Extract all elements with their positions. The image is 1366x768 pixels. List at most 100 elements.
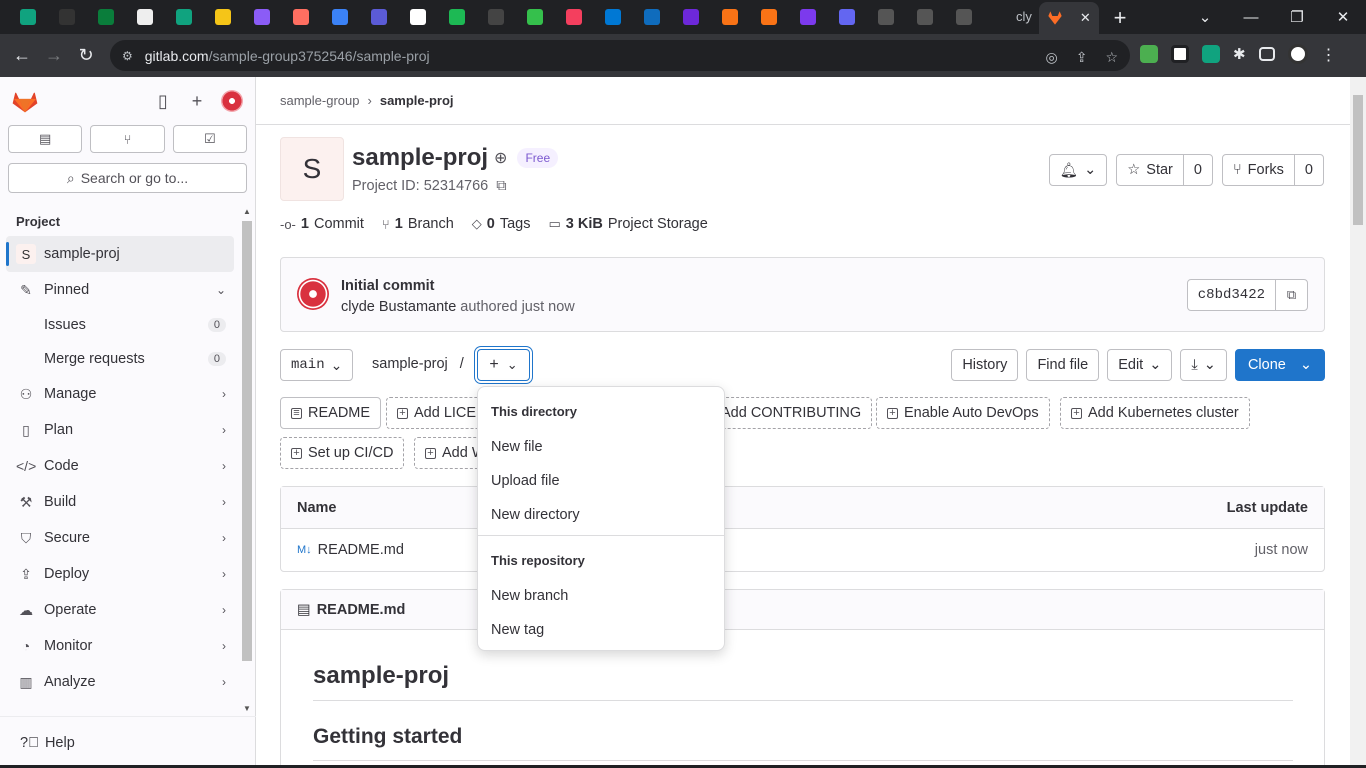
browser-tab[interactable] <box>8 0 47 34</box>
add-to-tree-dropdown-button[interactable]: + ⌄ <box>477 349 530 381</box>
readme-filename-link[interactable]: README.md <box>317 602 406 618</box>
star-button[interactable]: ☆ Star 0 <box>1116 154 1213 186</box>
copy-sha-icon[interactable]: ⧉ <box>1275 280 1307 310</box>
browser-tab[interactable] <box>320 0 359 34</box>
help-button[interactable]: ?⃝ Help <box>0 716 256 768</box>
site-info-icon[interactable]: ⚙ <box>122 49 133 63</box>
tab-title-partial[interactable]: cly <box>1016 9 1032 24</box>
browser-tab[interactable] <box>593 0 632 34</box>
breadcrumb-group-link[interactable]: sample-group <box>280 93 360 108</box>
sidebar-item-deploy[interactable]: ⇪ Deploy › <box>0 556 240 592</box>
clone-dropdown-button[interactable]: Clone ⌄ <box>1234 349 1325 381</box>
new-file-menu-item[interactable]: New file <box>491 439 543 455</box>
browser-tab[interactable] <box>749 0 788 34</box>
active-tab[interactable]: ✕ <box>1039 2 1099 34</box>
browser-tab[interactable] <box>905 0 944 34</box>
set-up-cicd-chip[interactable]: + Set up CI/CD <box>280 437 405 469</box>
url-bar[interactable]: ⚙ gitlab.com/sample-group3752546/sample-… <box>110 40 1130 71</box>
readme-chip[interactable]: ≡ README <box>280 397 382 429</box>
browser-tab[interactable] <box>437 0 476 34</box>
sidebar-item-monitor[interactable]: ◔ Monitor › <box>0 628 240 664</box>
merge-requests-shortcut-icon[interactable]: ⑂ <box>90 125 165 153</box>
browser-tab[interactable] <box>359 0 398 34</box>
add-kubernetes-chip[interactable]: + Add Kubernetes cluster <box>1060 397 1250 429</box>
browser-tab[interactable] <box>632 0 671 34</box>
page-scrollbar[interactable] <box>1350 77 1366 768</box>
back-icon[interactable]: ← <box>6 45 38 66</box>
extension-icon[interactable] <box>1140 45 1158 63</box>
new-directory-menu-item[interactable]: New directory <box>491 507 580 523</box>
breadcrumb-project-link[interactable]: sample-proj <box>380 93 454 108</box>
star-count[interactable]: 0 <box>1182 155 1212 185</box>
commits-stat-link[interactable]: -o- 1 Commit <box>280 216 364 232</box>
forks-count[interactable]: 0 <box>1293 155 1323 185</box>
browser-tab[interactable] <box>125 0 164 34</box>
copy-icon[interactable]: ⧉ <box>496 178 506 194</box>
sidebar-item-project[interactable]: S sample-proj <box>6 236 234 272</box>
enable-auto-devops-chip[interactable]: + Enable Auto DevOps <box>876 397 1050 429</box>
browser-tab[interactable] <box>47 0 86 34</box>
browser-tab[interactable] <box>515 0 554 34</box>
user-avatar[interactable] <box>221 90 243 112</box>
sidebar-item-manage[interactable]: ⚇ Manage › <box>0 376 240 412</box>
browser-tab[interactable] <box>788 0 827 34</box>
issues-shortcut-icon[interactable]: ▤ <box>8 125 83 153</box>
extension-icon[interactable] <box>1171 45 1189 63</box>
forward-icon[interactable]: → <box>38 45 70 66</box>
notifications-button[interactable]: 🔔︎ ⌄ <box>1048 154 1108 186</box>
search-or-go-to-button[interactable]: ⌕ Search or go to... <box>8 163 247 193</box>
sidebar-item-issues[interactable]: Issues 0 <box>0 308 240 342</box>
add-license-chip[interactable]: + Add LICE <box>386 397 488 429</box>
browser-tab[interactable] <box>86 0 125 34</box>
browser-tab[interactable] <box>164 0 203 34</box>
share-icon[interactable]: ⇪ <box>1076 49 1088 66</box>
scroll-down-icon[interactable]: ▼ <box>243 704 251 713</box>
sidebar-item-code[interactable]: </> Code › <box>0 448 240 484</box>
browser-tab[interactable] <box>866 0 905 34</box>
puzzle-icon[interactable]: ✱ <box>1233 45 1246 63</box>
branches-stat-link[interactable]: ⑂ 1 Branch <box>382 216 454 232</box>
minimize-icon[interactable]: — <box>1228 9 1274 26</box>
browser-tab[interactable] <box>203 0 242 34</box>
profile-avatar-icon[interactable] <box>1287 44 1308 64</box>
sidebar-item-secure[interactable]: ⛉ Secure › <box>0 520 240 556</box>
new-tab-icon[interactable]: + <box>1108 5 1132 31</box>
commit-author-avatar[interactable] <box>297 278 329 310</box>
extension-icon[interactable] <box>1202 45 1220 63</box>
commit-title-link[interactable]: Initial commit <box>341 278 434 294</box>
eye-off-icon[interactable]: ◎ <box>1045 49 1057 66</box>
scroll-up-icon[interactable]: ▲ <box>243 207 251 216</box>
branch-selector[interactable]: main ⌄ <box>280 349 354 381</box>
close-tab-icon[interactable]: ✕ <box>1080 10 1091 26</box>
reload-icon[interactable]: ↻ <box>70 45 102 66</box>
browser-tab[interactable] <box>476 0 515 34</box>
history-button[interactable]: History <box>951 349 1019 381</box>
browser-tab[interactable] <box>671 0 710 34</box>
scrollbar-thumb[interactable] <box>1353 95 1363 225</box>
create-new-icon[interactable]: + <box>187 91 207 111</box>
table-row[interactable]: M↓README.md it just now <box>281 529 1324 571</box>
browser-tab[interactable] <box>398 0 437 34</box>
new-branch-menu-item[interactable]: New branch <box>491 588 568 604</box>
file-name-link[interactable]: README.md <box>318 542 404 558</box>
sidebar-item-merge-requests[interactable]: Merge requests 0 <box>0 342 240 376</box>
repo-path-root[interactable]: sample-proj <box>372 356 448 372</box>
sidebar-item-analyze[interactable]: ▥ Analyze › <box>0 664 240 700</box>
tier-badge[interactable]: Free <box>517 148 559 168</box>
sidebar-item-pinned[interactable]: ✎ Pinned ⌄ <box>0 272 240 308</box>
tab-search-chevron-icon[interactable]: ⌄ <box>1182 8 1228 26</box>
forks-button[interactable]: ⑂ Forks 0 <box>1221 154 1324 186</box>
gitlab-logo-icon[interactable] <box>12 89 38 113</box>
sidebar-scrollbar[interactable]: ▲ ▼ <box>240 205 254 715</box>
close-window-icon[interactable]: ✕ <box>1320 8 1366 26</box>
upload-file-menu-item[interactable]: Upload file <box>491 473 560 489</box>
kebab-menu-icon[interactable]: ⋮ <box>1321 45 1337 64</box>
download-dropdown-button[interactable]: ⤓ ⌄ <box>1180 349 1227 381</box>
sidebar-item-build[interactable]: ⚒ Build › <box>0 484 240 520</box>
edit-dropdown-button[interactable]: Edit ⌄ <box>1107 349 1173 381</box>
browser-tab[interactable] <box>827 0 866 34</box>
browser-tab[interactable] <box>554 0 593 34</box>
bookmark-star-icon[interactable]: ☆ <box>1105 49 1118 66</box>
tags-stat-link[interactable]: ◇ 0 Tags <box>472 216 531 232</box>
new-tag-menu-item[interactable]: New tag <box>491 622 544 638</box>
